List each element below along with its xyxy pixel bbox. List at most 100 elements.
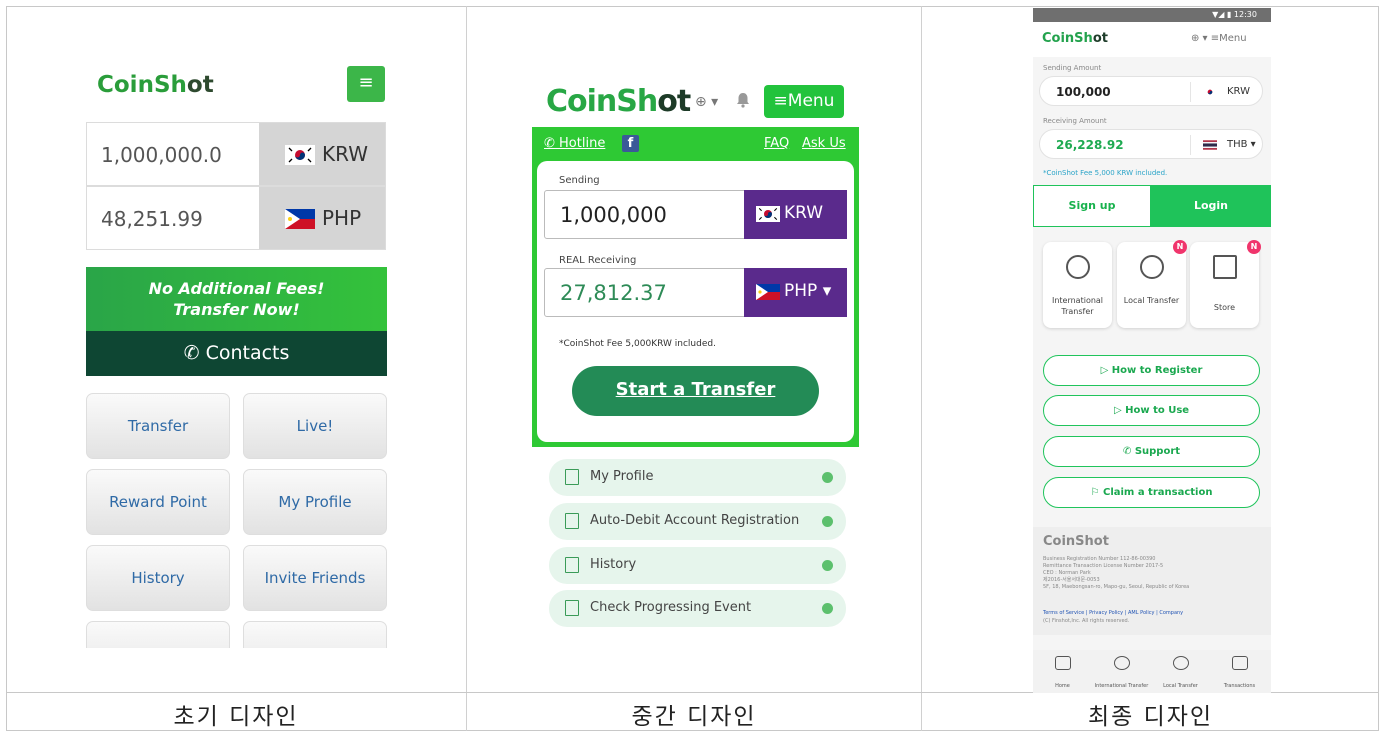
nav-international-transfer[interactable]: International Transfer [1092, 650, 1151, 691]
menu-item-history[interactable]: History [549, 547, 846, 584]
fee-note: *CoinShot Fee 5,000 KRW included. [1043, 169, 1168, 177]
menu-item-check-event[interactable]: Check Progressing Event [549, 590, 846, 627]
card-topbar: ✆ Hotline f FAQ Ask Us [532, 127, 859, 161]
banner-line: Transfer Now! [173, 300, 300, 319]
tile-international-transfer[interactable]: International Transfer [1043, 242, 1112, 328]
receiving-amount: 26,228.92 [1056, 138, 1124, 152]
receiving-amount: 27,812.37 [560, 281, 667, 305]
bank-icon [565, 513, 579, 529]
menu-button[interactable]: ≡ [347, 66, 385, 102]
currency-selector-krw[interactable]: KRW [744, 190, 847, 239]
initial-design-screen: CoinShot ≡ 1,000,000.0 KRW 48,251.99 PHP… [85, 64, 387, 648]
reward-point-button[interactable]: Reward Point [86, 469, 230, 535]
nav-label: Transactions [1223, 683, 1256, 689]
transfer-button[interactable]: Transfer [86, 393, 230, 459]
receiving-amount: 48,251.99 [101, 207, 203, 231]
receiving-amount-field[interactable]: 26,228.92 THB ▾ [1039, 129, 1263, 159]
facebook-icon[interactable]: f [622, 135, 639, 152]
my-profile-button[interactable]: My Profile [243, 469, 387, 535]
korea-flag-icon [1203, 87, 1217, 97]
coinshot-logo: CoinShot [546, 84, 691, 119]
arrow-icon [822, 472, 833, 483]
sending-amount: 1,000,000 [560, 203, 667, 227]
receiving-amount-field[interactable]: 27,812.37 PHP ▾ [544, 268, 847, 317]
tile-label: International Transfer [1051, 296, 1104, 316]
home-icon [1054, 656, 1071, 670]
column-divider [921, 6, 922, 731]
how-to-register-button[interactable]: ▷ How to Register [1043, 355, 1260, 386]
button-label: How to Use [1125, 405, 1190, 416]
sending-amount-row[interactable]: 1,000,000.0 KRW [86, 122, 386, 186]
contacts-button[interactable]: ✆ Contacts [86, 331, 387, 376]
receiving-label: REAL Receiving [559, 255, 637, 266]
menu-item-my-profile[interactable]: My Profile [549, 459, 846, 496]
new-badge: N [1247, 240, 1261, 254]
currency-selector-php[interactable]: PHP [259, 187, 385, 249]
nav-local-transfer[interactable]: Local Transfer [1151, 650, 1210, 691]
footer-links[interactable]: Terms of Service | Privacy Policy | AML … [1043, 610, 1183, 616]
live-button[interactable]: Live! [243, 393, 387, 459]
claim-transaction-button[interactable]: ⚐ Claim a transaction [1043, 477, 1260, 508]
hotline-link[interactable]: ✆ Hotline [544, 136, 605, 151]
thailand-flag-icon [1203, 140, 1217, 150]
sending-label: Sending Amount [1043, 64, 1102, 72]
no-fee-banner[interactable]: No Additional Fees! Transfer Now! [86, 267, 387, 331]
currency-code: THB ▾ [1227, 139, 1256, 150]
caption-middle-design: 중간 디자인 [631, 704, 757, 730]
new-badge: N [1173, 240, 1187, 254]
tile-local-transfer[interactable]: Local Transfer [1117, 242, 1186, 328]
language-menu-button[interactable]: ⊕ ▾ ≡Menu [1191, 33, 1247, 44]
sending-amount: 100,000 [1056, 85, 1111, 99]
button-label: How to Register [1111, 365, 1203, 376]
transfer-card: ✆ Hotline f FAQ Ask Us Sending 1,000,000… [532, 127, 859, 447]
sending-amount-field[interactable]: 100,000 KRW [1039, 76, 1263, 106]
menu-item-label: Check Progressing Event [590, 600, 752, 615]
coinshot-logo: CoinShot [1042, 31, 1108, 46]
partial-button[interactable] [243, 621, 387, 648]
menu-item-auto-debit[interactable]: Auto-Debit Account Registration [549, 503, 846, 540]
menu-item-label: Auto-Debit Account Registration [590, 513, 800, 528]
status-bar: ▼◢ ▮ 12:30 [1033, 8, 1271, 22]
nav-transactions[interactable]: Transactions [1210, 650, 1269, 691]
footer-line: 제2016-서울서대문-0053 [1043, 577, 1100, 583]
menu-button[interactable]: ≡Menu [764, 85, 844, 118]
coin-exchange-icon [1172, 656, 1189, 670]
document-icon [565, 557, 579, 573]
partial-button[interactable] [86, 621, 230, 648]
bell-icon[interactable] [736, 92, 750, 108]
tile-store[interactable]: Store [1190, 242, 1259, 328]
currency-code: KRW [1227, 86, 1250, 97]
sign-up-button[interactable]: Sign up [1033, 185, 1151, 227]
footer-line: 5F, 18, Maebongsan-ro, Mapo-gu, Seoul, R… [1043, 584, 1190, 590]
invite-friends-button[interactable]: Invite Friends [243, 545, 387, 611]
ask-us-link[interactable]: Ask Us [802, 136, 846, 151]
footer: CoinShot Business Registration Number 11… [1033, 527, 1271, 635]
sending-label: Sending [559, 175, 600, 186]
support-button[interactable]: ✆ Support [1043, 436, 1260, 467]
how-to-use-button[interactable]: ▷ How to Use [1043, 395, 1260, 426]
receiving-amount-row[interactable]: 48,251.99 PHP [86, 186, 386, 250]
footer-line: CEO : Norman Park [1043, 570, 1091, 576]
nav-label: Home [1055, 683, 1070, 689]
globe-language-icon[interactable]: ⊕ ▾ [695, 94, 718, 110]
faq-link[interactable]: FAQ [764, 136, 789, 151]
bank-icon [565, 600, 579, 616]
middle-design-screen: CoinShot ⊕ ▾ ≡Menu ✆ Hotline f FAQ Ask U… [532, 80, 862, 640]
coinshot-logo: CoinShot [97, 72, 214, 98]
history-button[interactable]: History [86, 545, 230, 611]
currency-selector-php[interactable]: PHP ▾ [744, 268, 847, 317]
sending-amount-field[interactable]: 1,000,000 KRW [544, 190, 847, 239]
currency-code: PHP [322, 206, 362, 230]
app-header: CoinShot ⊕ ▾ ≡Menu [1033, 22, 1271, 57]
fee-note: *CoinShot Fee 5,000KRW included. [559, 339, 716, 349]
start-transfer-button[interactable]: Start a Transfer [572, 366, 819, 416]
menu-item-label: My Profile [590, 469, 654, 484]
login-button[interactable]: Login [1151, 185, 1271, 227]
footer-logo: CoinShot [1043, 534, 1109, 549]
divider [1190, 82, 1191, 102]
footer-line: Remittance Transaction License Number 20… [1043, 563, 1164, 569]
nav-home[interactable]: Home [1033, 650, 1092, 691]
banner-line: No Additional Fees! [148, 279, 325, 298]
currency-selector-krw[interactable]: KRW [259, 123, 385, 185]
tile-label: Store [1213, 303, 1236, 312]
